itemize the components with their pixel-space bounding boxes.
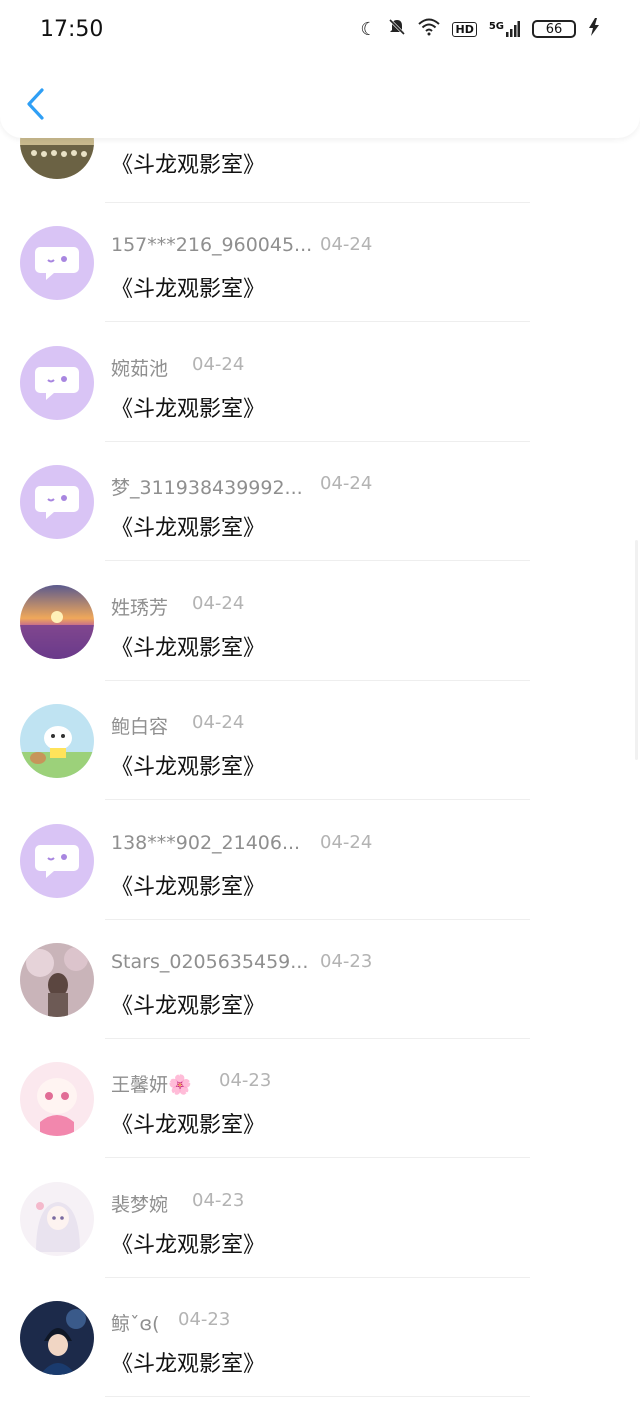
divider bbox=[105, 441, 530, 442]
divider bbox=[105, 1157, 530, 1158]
list-item[interactable]: 裴梦婉 04-23 《斗龙观影室》 bbox=[0, 1180, 640, 1299]
divider bbox=[105, 1396, 530, 1397]
list-item[interactable]: 婉茹池 04-24 《斗龙观影室》 bbox=[0, 344, 640, 463]
comment-date: 04-24 bbox=[192, 593, 245, 614]
user-name[interactable]: 鲍白容 bbox=[111, 712, 168, 739]
comment-list[interactable]: 《斗龙观影室》 157***216_960045... 04-24 《斗龙观影室… bbox=[0, 0, 640, 1422]
comment-date: 04-24 bbox=[320, 832, 373, 853]
comment-text: 《斗龙观影室》 bbox=[111, 1233, 266, 1258]
user-name[interactable]: 王馨妍🌸 bbox=[111, 1070, 192, 1097]
list-item[interactable]: 157***216_960045... 04-24 《斗龙观影室》 bbox=[0, 224, 640, 343]
list-item[interactable]: Stars_0205635459... 04-23 《斗龙观影室》 bbox=[0, 941, 640, 1060]
comment-text: 《斗龙观影室》 bbox=[111, 153, 266, 178]
mute-bell-icon bbox=[388, 18, 406, 41]
avatar[interactable] bbox=[20, 346, 94, 420]
divider bbox=[105, 202, 530, 203]
chat-bubble-icon bbox=[35, 845, 79, 878]
comment-text: 《斗龙观影室》 bbox=[111, 755, 266, 780]
chat-bubble-icon bbox=[35, 367, 79, 400]
user-name[interactable]: 鲸ˇɞ( bbox=[111, 1309, 160, 1336]
list-item[interactable]: 鲍白容 04-24 《斗龙观影室》 bbox=[0, 702, 640, 821]
battery-icon: 66 bbox=[532, 20, 576, 38]
comment-date: 04-23 bbox=[219, 1070, 272, 1091]
user-name[interactable]: 梦_311938439992... bbox=[111, 473, 303, 500]
avatar[interactable] bbox=[20, 1182, 94, 1256]
list-item[interactable]: 鲸ˇɞ( 04-23 《斗龙观影室》 bbox=[0, 1299, 640, 1418]
comment-date: 04-23 bbox=[192, 1190, 245, 1211]
signal-icon: 5G bbox=[489, 21, 520, 37]
user-name[interactable]: 婉茹池 bbox=[111, 354, 168, 381]
avatar[interactable] bbox=[20, 824, 94, 898]
header: 17:50 ☾ HD 5G 66 bbox=[0, 0, 640, 138]
comment-text: 《斗龙观影室》 bbox=[111, 875, 266, 900]
list-item[interactable]: 姓琇芳 04-24 《斗龙观影室》 bbox=[0, 583, 640, 702]
divider bbox=[105, 680, 530, 681]
avatar[interactable] bbox=[20, 226, 94, 300]
comment-text: 《斗龙观影室》 bbox=[111, 636, 266, 661]
comment-date: 04-23 bbox=[178, 1309, 231, 1330]
status-bar: 17:50 ☾ HD 5G 66 bbox=[0, 0, 640, 58]
user-name[interactable]: 138***902_21406... bbox=[111, 832, 300, 854]
comment-text: 《斗龙观影室》 bbox=[111, 994, 266, 1019]
chat-bubble-icon bbox=[35, 486, 79, 519]
charging-icon bbox=[588, 17, 600, 41]
list-item[interactable]: 梦_311938439992... 04-24 《斗龙观影室》 bbox=[0, 463, 640, 582]
user-name[interactable]: 157***216_960045... bbox=[111, 234, 312, 256]
avatar[interactable] bbox=[20, 1301, 94, 1375]
comment-text: 《斗龙观影室》 bbox=[111, 1352, 266, 1377]
status-icons: ☾ HD 5G 66 bbox=[360, 17, 600, 41]
divider bbox=[105, 1277, 530, 1278]
comment-date: 04-24 bbox=[192, 712, 245, 733]
avatar[interactable] bbox=[20, 585, 94, 659]
comment-text: 《斗龙观影室》 bbox=[111, 516, 266, 541]
avatar[interactable] bbox=[20, 465, 94, 539]
comment-text: 《斗龙观影室》 bbox=[111, 1113, 266, 1138]
hd-icon: HD bbox=[452, 21, 477, 37]
avatar[interactable] bbox=[20, 704, 94, 778]
wifi-icon bbox=[418, 18, 441, 41]
comment-date: 04-24 bbox=[320, 473, 373, 494]
scroll-indicator[interactable] bbox=[635, 540, 638, 760]
comment-date: 04-23 bbox=[320, 951, 373, 972]
comment-date: 04-24 bbox=[192, 354, 245, 375]
avatar[interactable] bbox=[20, 1062, 94, 1136]
user-name[interactable]: 裴梦婉 bbox=[111, 1190, 168, 1217]
chat-bubble-icon bbox=[35, 247, 79, 280]
divider bbox=[105, 1038, 530, 1039]
status-time: 17:50 bbox=[40, 16, 104, 42]
divider bbox=[105, 321, 530, 322]
divider bbox=[105, 560, 530, 561]
comment-text: 《斗龙观影室》 bbox=[111, 397, 266, 422]
user-name[interactable]: Stars_0205635459... bbox=[111, 951, 308, 973]
list-item[interactable]: 138***902_21406... 04-24 《斗龙观影室》 bbox=[0, 822, 640, 941]
user-name[interactable]: 姓琇芳 bbox=[111, 593, 168, 620]
divider bbox=[105, 919, 530, 920]
comment-date: 04-24 bbox=[320, 234, 373, 255]
chevron-left-icon bbox=[27, 88, 44, 120]
list-item[interactable]: 王馨妍🌸 04-23 《斗龙观影室》 bbox=[0, 1060, 640, 1179]
avatar[interactable] bbox=[20, 943, 94, 1017]
divider bbox=[105, 799, 530, 800]
comment-text: 《斗龙观影室》 bbox=[111, 277, 266, 302]
back-button[interactable] bbox=[20, 84, 50, 124]
moon-icon: ☾ bbox=[360, 18, 377, 40]
